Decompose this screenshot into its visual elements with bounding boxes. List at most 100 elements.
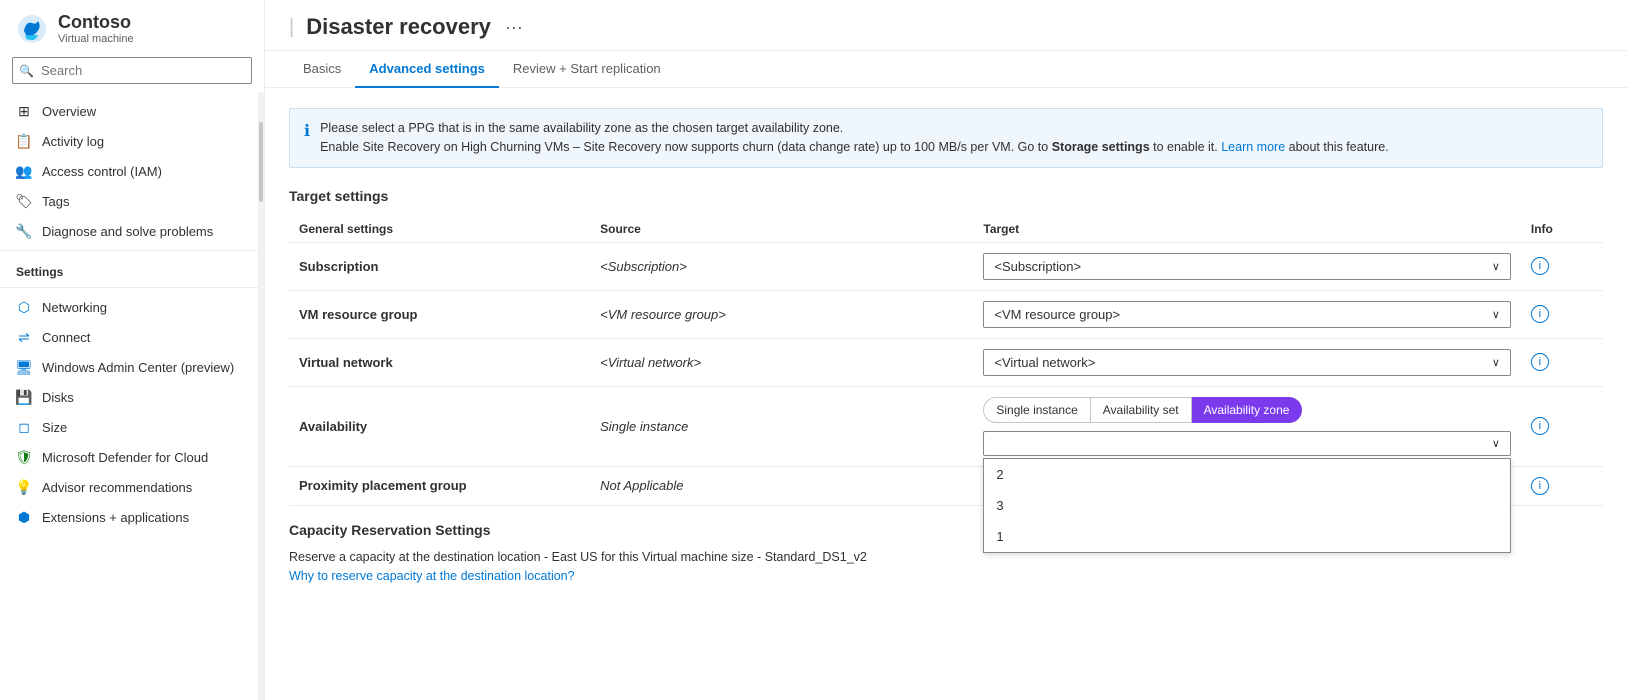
avail-zone-option-3[interactable]: 3	[984, 490, 1510, 521]
search-container: 🔍	[12, 57, 252, 84]
col-header-info: Info	[1521, 216, 1603, 243]
proximity-source: Not Applicable	[600, 478, 683, 493]
avail-availability-set-btn[interactable]: Availability set	[1091, 397, 1192, 423]
sidebar-item-connect[interactable]: ⇌ Connect	[0, 322, 258, 352]
sidebar-item-tags[interactable]: 🏷 Tags	[0, 186, 258, 216]
sidebar-label-networking: Networking	[42, 300, 107, 315]
sidebar-item-overview[interactable]: ⊞ Overview	[0, 96, 258, 126]
subscription-info-btn[interactable]: i	[1531, 257, 1549, 275]
admin-icon: 🖥	[16, 359, 32, 375]
col-header-target: Target	[973, 216, 1521, 243]
wrench-icon: 🔧	[16, 223, 32, 239]
sidebar-item-networking[interactable]: ⬡ Networking	[0, 292, 258, 322]
proximity-label: Proximity placement group	[299, 478, 467, 493]
subscription-source: <Subscription>	[600, 259, 687, 274]
sidebar-item-access-control[interactable]: 👥 Access control (IAM)	[0, 156, 258, 186]
avail-availability-zone-btn[interactable]: Availability zone	[1192, 397, 1303, 423]
subscription-dropdown-value: <Subscription>	[994, 259, 1081, 274]
sidebar-item-advisor[interactable]: 💡 Advisor recommendations	[0, 472, 258, 502]
capacity-link[interactable]: Why to reserve capacity at the destinati…	[289, 569, 575, 583]
sidebar-label-size: Size	[42, 420, 67, 435]
advisor-icon: 💡	[16, 479, 32, 495]
sidebar-item-extensions[interactable]: ⬢ Extensions + applications	[0, 502, 258, 532]
table-header-row: General settings Source Target Info	[289, 216, 1603, 243]
col-header-general: General settings	[289, 216, 590, 243]
availability-toggle: Single instance Availability set Availab…	[983, 397, 1511, 423]
avail-zone-dropdown-container: ∨ 2 3 1	[983, 431, 1511, 456]
sidebar-label-disks: Disks	[42, 390, 74, 405]
vm-resource-dropdown-value: <VM resource group>	[994, 307, 1120, 322]
sidebar-label-activity-log: Activity log	[42, 134, 104, 149]
availability-label: Availability	[299, 419, 367, 434]
subscription-label: Subscription	[299, 259, 378, 274]
app-name: Contoso	[58, 12, 134, 33]
avail-zone-option-2[interactable]: 2	[984, 459, 1510, 490]
search-icon: 🔍	[19, 64, 34, 78]
vm-resource-source: <VM resource group>	[600, 307, 726, 322]
target-settings-title: Target settings	[289, 188, 1603, 204]
vnet-info-btn[interactable]: i	[1531, 353, 1549, 371]
vnet-label: Virtual network	[299, 355, 393, 370]
avail-zone-chevron: ∨	[1492, 437, 1500, 450]
subscription-dropdown[interactable]: <Subscription> ∨	[983, 253, 1511, 280]
sidebar-item-size[interactable]: ◻ Size	[0, 412, 258, 442]
tab-advanced-settings[interactable]: Advanced settings	[355, 51, 499, 88]
info-banner: ℹ Please select a PPG that is in the sam…	[289, 108, 1603, 168]
size-icon: ◻	[16, 419, 32, 435]
avail-zone-dropdown[interactable]: ∨	[983, 431, 1511, 456]
nav-divider-2	[0, 287, 258, 288]
vm-resource-dropdown[interactable]: <VM resource group> ∨	[983, 301, 1511, 328]
sidebar-header: Contoso Virtual machine	[0, 0, 264, 53]
settings-table: General settings Source Target Info Subs…	[289, 216, 1603, 506]
proximity-info-btn[interactable]: i	[1531, 477, 1549, 495]
sidebar-label-diagnose: Diagnose and solve problems	[42, 224, 213, 239]
search-input[interactable]	[12, 57, 252, 84]
sidebar-item-defender[interactable]: 🛡 Microsoft Defender for Cloud	[0, 442, 258, 472]
sidebar-label-overview: Overview	[42, 104, 96, 119]
row-availability: Availability Single instance Single inst…	[289, 386, 1603, 466]
availability-info-btn[interactable]: i	[1531, 417, 1549, 435]
info-icon: ℹ	[304, 120, 310, 157]
avail-single-instance-btn[interactable]: Single instance	[983, 397, 1090, 423]
sidebar-label-defender: Microsoft Defender for Cloud	[42, 450, 208, 465]
sidebar-item-diagnose[interactable]: 🔧 Diagnose and solve problems	[0, 216, 258, 246]
tab-basics[interactable]: Basics	[289, 51, 355, 88]
page-title: Disaster recovery	[306, 14, 491, 40]
ext-icon: ⬢	[16, 509, 32, 525]
main-content: | Disaster recovery ··· Basics Advanced …	[265, 0, 1627, 700]
main-scroll-area: ℹ Please select a PPG that is in the sam…	[265, 88, 1627, 700]
sidebar-item-activity-log[interactable]: 📋 Activity log	[0, 126, 258, 156]
sidebar-item-windows-admin[interactable]: 🖥 Windows Admin Center (preview)	[0, 352, 258, 382]
vm-resource-label: VM resource group	[299, 307, 417, 322]
settings-section-label: Settings	[0, 255, 258, 283]
avail-zone-menu: 2 3 1	[983, 458, 1511, 553]
tab-review[interactable]: Review + Start replication	[499, 51, 675, 88]
vnet-dropdown[interactable]: <Virtual network> ∨	[983, 349, 1511, 376]
learn-more-link[interactable]: Learn more	[1221, 140, 1285, 154]
app-logo	[16, 13, 48, 45]
tab-bar: Basics Advanced settings Review + Start …	[265, 51, 1627, 88]
vm-resource-info-btn[interactable]: i	[1531, 305, 1549, 323]
page-header: | Disaster recovery ···	[265, 0, 1627, 51]
network-icon: ⬡	[16, 299, 32, 315]
more-button[interactable]: ···	[499, 15, 529, 40]
header-divider: |	[289, 16, 294, 39]
sidebar-label-connect: Connect	[42, 330, 90, 345]
tag-icon: 🏷	[16, 193, 32, 209]
sidebar-scroll-track	[258, 92, 264, 700]
row-subscription: Subscription <Subscription> <Subscriptio…	[289, 242, 1603, 290]
vnet-dropdown-value: <Virtual network>	[994, 355, 1095, 370]
sidebar: Contoso Virtual machine 🔍 ⊞ Overview 📋 A…	[0, 0, 265, 700]
sidebar-nav: ⊞ Overview 📋 Activity log 👥 Access contr…	[0, 92, 258, 700]
avail-zone-option-1[interactable]: 1	[984, 521, 1510, 552]
sidebar-item-disks[interactable]: 💾 Disks	[0, 382, 258, 412]
row-virtual-network: Virtual network <Virtual network> <Virtu…	[289, 338, 1603, 386]
col-header-source: Source	[590, 216, 973, 243]
people-icon: 👥	[16, 163, 32, 179]
row-vm-resource-group: VM resource group <VM resource group> <V…	[289, 290, 1603, 338]
sidebar-scroll-thumb	[259, 122, 263, 202]
app-subtitle: Virtual machine	[58, 33, 134, 45]
target-settings-section: Target settings General settings Source …	[289, 188, 1603, 506]
nav-divider-1	[0, 250, 258, 251]
disk-icon: 💾	[16, 389, 32, 405]
